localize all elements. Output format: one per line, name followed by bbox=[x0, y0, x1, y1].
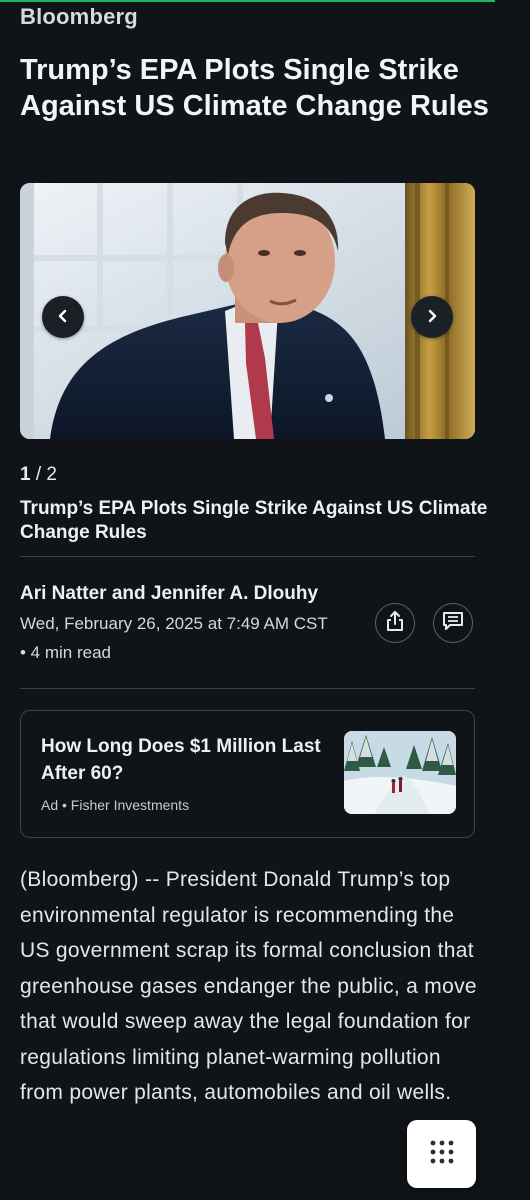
share-button[interactable] bbox=[375, 603, 415, 643]
hero-image[interactable] bbox=[20, 183, 475, 439]
comments-icon bbox=[442, 611, 464, 636]
gallery-prev-button[interactable] bbox=[42, 296, 84, 338]
divider bbox=[20, 688, 475, 689]
ad-title[interactable]: How Long Does $1 Million Last After 60? bbox=[41, 733, 331, 787]
divider bbox=[20, 556, 475, 557]
brand-logo[interactable]: Bloomberg bbox=[20, 4, 138, 30]
grid-menu-icon bbox=[429, 1139, 455, 1170]
share-icon bbox=[385, 610, 405, 637]
ad-sponsor-label: Ad • Fisher Investments bbox=[41, 797, 190, 813]
portrait-photo bbox=[20, 183, 475, 439]
ad-thumbnail[interactable] bbox=[344, 731, 456, 814]
gallery-current: 1 bbox=[20, 464, 31, 485]
gallery-counter: 1 / 2 bbox=[20, 464, 57, 486]
byline-authors[interactable]: Ari Natter and Jennifer A. Dlouhy bbox=[20, 583, 318, 605]
chevron-right-icon bbox=[425, 306, 439, 329]
image-caption: Trump’s EPA Plots Single Strike Against … bbox=[20, 498, 488, 543]
gallery-next-button[interactable] bbox=[411, 296, 453, 338]
floating-menu-button[interactable] bbox=[407, 1120, 476, 1188]
page-title: Trump’s EPA Plots Single Strike Against … bbox=[20, 54, 489, 122]
comments-button[interactable] bbox=[433, 603, 473, 643]
read-time: • 4 min read bbox=[20, 643, 111, 662]
chevron-left-icon bbox=[56, 306, 70, 329]
gallery-total: 2 bbox=[46, 464, 57, 485]
article-paragraph: (Bloomberg) -- President Donald Trump’s … bbox=[20, 868, 477, 1104]
accent-line bbox=[0, 0, 495, 2]
publish-date: Wed, February 26, 2025 at 7:49 AM CST bbox=[20, 614, 328, 633]
gallery-separator: / bbox=[30, 464, 47, 485]
sponsored-ad-card[interactable]: How Long Does $1 Million Last After 60? … bbox=[20, 710, 475, 838]
